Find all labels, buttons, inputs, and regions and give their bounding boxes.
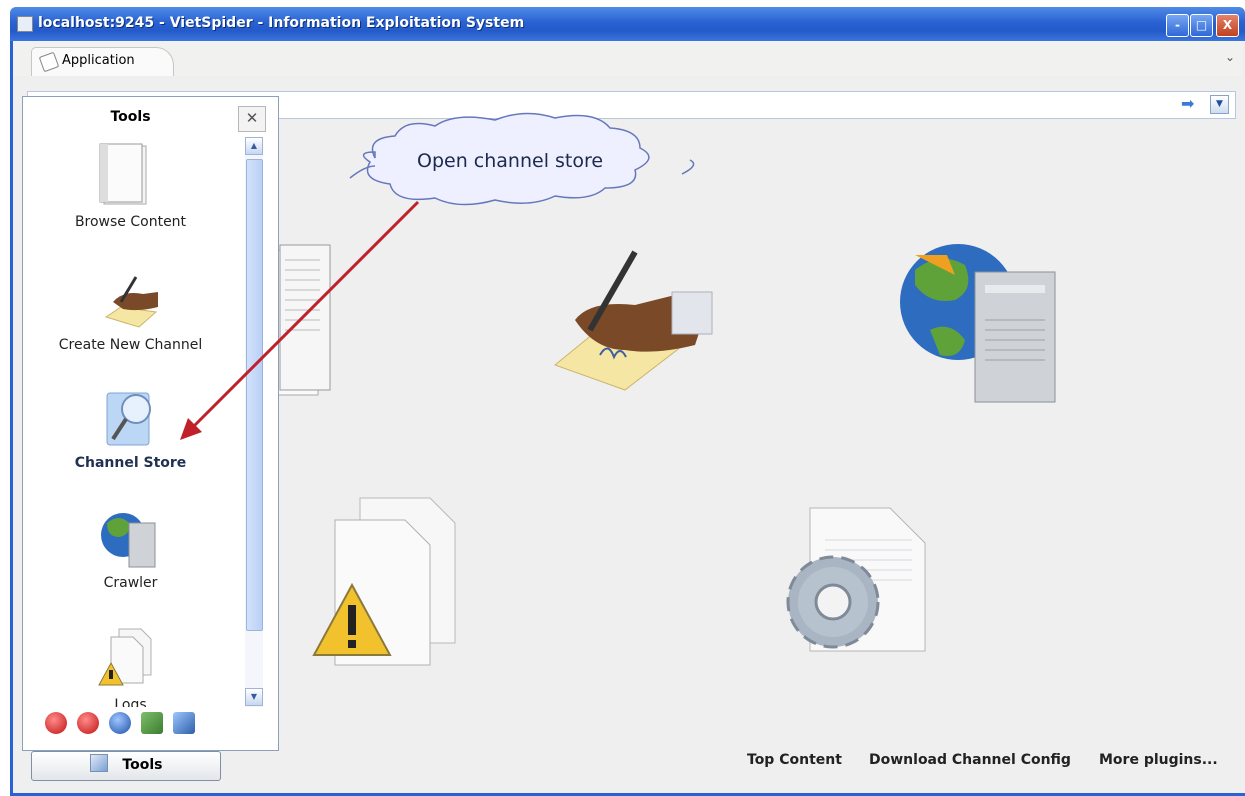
create-channel-icon bbox=[104, 276, 158, 328]
download-channel-config-link[interactable]: Download Channel Config bbox=[869, 752, 1071, 768]
crawler-icon bbox=[101, 513, 156, 568]
tool-label: Browse Content bbox=[74, 214, 187, 230]
scroll-thumb[interactable] bbox=[246, 159, 263, 631]
tools-button-icon bbox=[89, 754, 108, 772]
scroll-down-icon[interactable]: ▼ bbox=[245, 688, 263, 706]
browse-content-icon bbox=[99, 143, 147, 205]
info-icon[interactable] bbox=[109, 712, 131, 734]
settings-large-icon[interactable] bbox=[786, 507, 926, 652]
tools-panel-close-button[interactable]: ✕ bbox=[238, 106, 266, 132]
tool-item-crawler[interactable]: Crawler bbox=[23, 507, 238, 607]
shutdown-icon[interactable] bbox=[45, 712, 67, 734]
logs-large-icon[interactable] bbox=[312, 497, 456, 666]
create-channel-large-icon[interactable] bbox=[553, 250, 713, 391]
tool-label: Channel Store bbox=[74, 455, 187, 471]
tools-scrollbar[interactable]: ▲ ▼ bbox=[245, 137, 263, 707]
tool-item-logs[interactable]: Logs bbox=[23, 627, 238, 707]
logs-icon bbox=[98, 628, 152, 686]
top-content-link[interactable]: Top Content bbox=[747, 752, 842, 768]
tools-panel: Tools ✕ ▲ ▼ Browse Content Create New Ch… bbox=[22, 96, 279, 751]
tools-panel-title: Tools bbox=[110, 109, 151, 125]
tools-toggle-button[interactable]: Tools bbox=[31, 751, 221, 781]
tools-panel-action-bar bbox=[45, 712, 245, 740]
tool-item-create-new-channel[interactable]: Create New Channel bbox=[23, 272, 238, 372]
tool-item-browse-content[interactable]: Browse Content bbox=[23, 142, 238, 242]
channel-store-icon bbox=[106, 392, 151, 446]
tools-button-label: Tools bbox=[122, 757, 163, 773]
scroll-up-icon[interactable]: ▲ bbox=[245, 137, 263, 155]
stop-icon[interactable] bbox=[77, 712, 99, 734]
annotation-text: Open channel store bbox=[417, 150, 604, 172]
network-icon[interactable] bbox=[173, 712, 195, 734]
tool-label: Create New Channel bbox=[58, 337, 203, 353]
tool-label: Logs bbox=[114, 697, 147, 707]
more-plugins-link[interactable]: More plugins... bbox=[1099, 752, 1218, 768]
crawler-large-icon[interactable] bbox=[900, 244, 1056, 403]
tool-item-channel-store[interactable]: Channel Store bbox=[23, 387, 238, 487]
tool-label: Crawler bbox=[103, 575, 158, 591]
users-icon[interactable] bbox=[141, 712, 163, 734]
